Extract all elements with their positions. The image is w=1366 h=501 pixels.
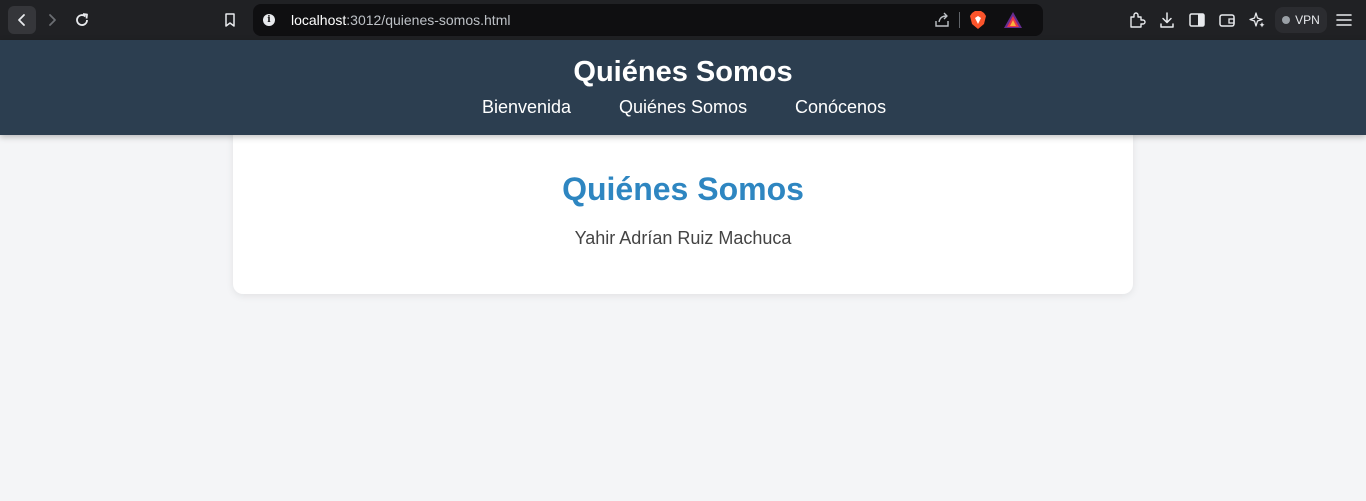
extensions-icon[interactable] [1127, 10, 1147, 30]
member-name: Yahir Adrían Ruiz Machuca [574, 228, 792, 248]
url-path: :3012/quienes-somos.html [346, 12, 511, 28]
forward-button[interactable] [38, 6, 66, 34]
address-divider [959, 12, 960, 28]
nav-link-bienvenida[interactable]: Bienvenida [482, 97, 571, 118]
rewards-icon[interactable] [1003, 11, 1023, 34]
chevron-left-icon [18, 14, 25, 26]
vpn-status-icon [1282, 16, 1291, 24]
nav-link-quienes-somos[interactable]: Quiénes Somos [619, 97, 747, 118]
back-button[interactable] [8, 6, 36, 34]
site-info-icon[interactable]: i [263, 14, 275, 26]
url-text[interactable]: localhost:3012/quienes-somos.html [291, 12, 510, 28]
chevron-right-icon [49, 14, 56, 26]
reload-button[interactable] [68, 6, 96, 34]
bookmark-icon [225, 13, 235, 27]
browser-toolbar: i localhost:3012/quienes-somos.html VPN [0, 0, 1366, 40]
vpn-button[interactable]: VPN [1275, 7, 1327, 33]
menu-icon[interactable] [1334, 10, 1354, 30]
site-nav: Bienvenida Quiénes Somos Conócenos [0, 97, 1366, 121]
sidebar-icon[interactable] [1187, 10, 1207, 30]
nav-link-conocenos[interactable]: Conócenos [795, 97, 886, 118]
vpn-label: VPN [1295, 13, 1320, 27]
site-header: Quiénes Somos Bienvenida Quiénes Somos C… [0, 40, 1366, 135]
wallet-icon[interactable] [1217, 10, 1237, 30]
site-title: Quiénes Somos [573, 56, 793, 88]
section-heading: Quiénes Somos [562, 171, 804, 207]
download-icon[interactable] [1157, 10, 1177, 30]
brave-shields-icon[interactable] [969, 10, 987, 35]
content-card: Quiénes Somos Yahir Adrían Ruiz Machuca [233, 125, 1133, 294]
url-host: localhost [291, 12, 347, 28]
reload-icon [76, 13, 88, 26]
leo-ai-icon[interactable] [1247, 10, 1267, 30]
address-bar[interactable]: i localhost:3012/quienes-somos.html [253, 4, 1043, 36]
share-icon[interactable] [933, 11, 951, 34]
bookmark-button[interactable] [216, 6, 244, 34]
